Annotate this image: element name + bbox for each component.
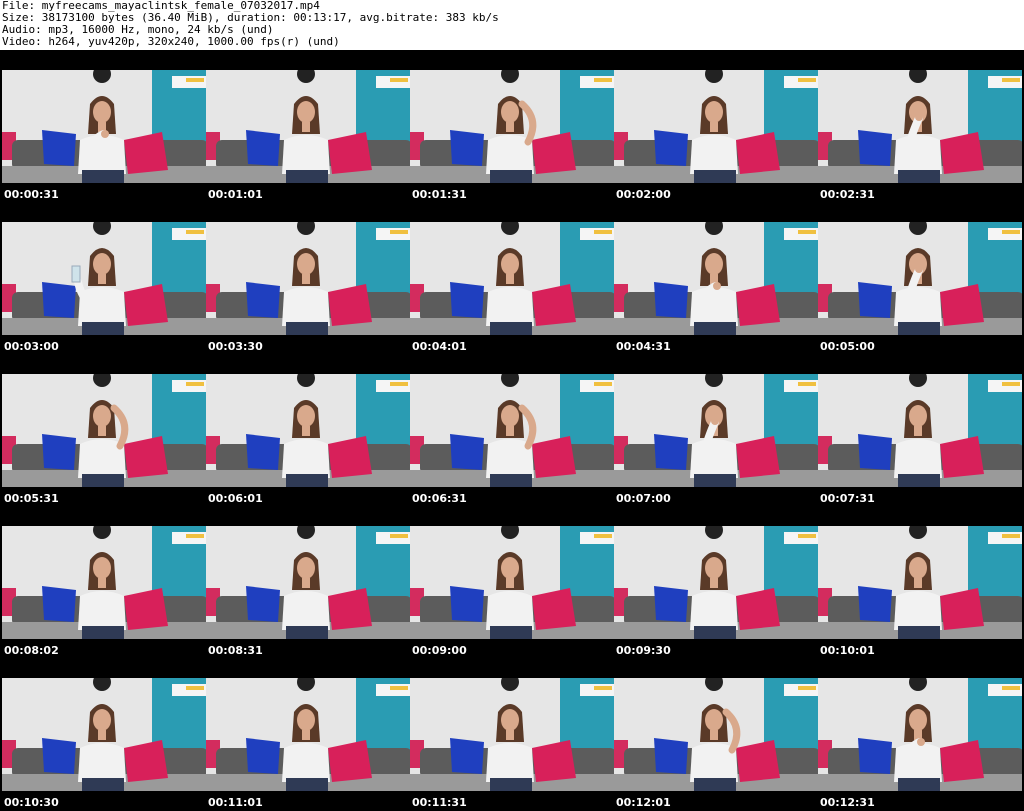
thumbnail-image (206, 70, 410, 183)
thumbnail-cell: 00:06:01 (206, 354, 410, 506)
thumbnail-timestamp: 00:08:02 (4, 644, 59, 657)
thumbnail-cell: 00:03:30 (206, 202, 410, 354)
file-info-header: File: myfreecams_mayaclintsk_female_0703… (0, 0, 1024, 50)
thumbnail-timestamp: 00:01:31 (412, 188, 467, 201)
thumbnail-image (2, 678, 206, 791)
thumbnail-image (614, 70, 818, 183)
thumbnail-cell: 00:00:31 (2, 50, 206, 202)
thumbnail-cell: 00:09:30 (614, 506, 818, 658)
thumbnail-image (818, 70, 1022, 183)
thumbnail-cell: 00:05:00 (818, 202, 1022, 354)
thumbnail-timestamp: 00:03:00 (4, 340, 59, 353)
thumbnail-cell: 00:02:31 (818, 50, 1022, 202)
thumbnail-image (2, 222, 206, 335)
thumbnail-image (818, 678, 1022, 791)
thumbnail-image (410, 526, 614, 639)
thumbnail-cell: 00:12:31 (818, 658, 1022, 810)
thumbnail-timestamp: 00:07:31 (820, 492, 875, 505)
thumbnail-timestamp: 00:11:01 (208, 796, 263, 809)
thumbnail-timestamp: 00:09:00 (412, 644, 467, 657)
thumbnail-cell: 00:07:00 (614, 354, 818, 506)
thumbnail-cell: 00:12:01 (614, 658, 818, 810)
thumbnail-image (818, 222, 1022, 335)
thumbnail-cell: 00:04:31 (614, 202, 818, 354)
thumbnail-timestamp: 00:08:31 (208, 644, 263, 657)
thumbnail-cell: 00:09:00 (410, 506, 614, 658)
thumbnail-timestamp: 00:01:01 (208, 188, 263, 201)
thumbnail-timestamp: 00:02:00 (616, 188, 671, 201)
thumbnail-timestamp: 00:11:31 (412, 796, 467, 809)
thumbnail-image (614, 222, 818, 335)
thumbnail-timestamp: 00:09:30 (616, 644, 671, 657)
thumbnail-cell: 00:08:02 (2, 506, 206, 658)
thumbnail-cell: 00:10:30 (2, 658, 206, 810)
thumbnail-image (410, 222, 614, 335)
thumbnail-cell: 00:08:31 (206, 506, 410, 658)
thumbnail-cell: 00:11:01 (206, 658, 410, 810)
thumbnail-image (410, 374, 614, 487)
thumbnail-cell: 00:04:01 (410, 202, 614, 354)
thumbnail-cell: 00:01:31 (410, 50, 614, 202)
thumbnail-image (818, 526, 1022, 639)
thumbnail-image (206, 374, 410, 487)
thumbnail-timestamp: 00:12:01 (616, 796, 671, 809)
thumbnail-cell: 00:01:01 (206, 50, 410, 202)
thumbnail-timestamp: 00:12:31 (820, 796, 875, 809)
thumbnail-cell: 00:02:00 (614, 50, 818, 202)
thumbnail-timestamp: 00:00:31 (4, 188, 59, 201)
thumbnail-cell: 00:05:31 (2, 354, 206, 506)
thumbnail-image (206, 222, 410, 335)
thumbnail-cell: 00:06:31 (410, 354, 614, 506)
thumbnail-image (206, 526, 410, 639)
thumbnail-image (410, 70, 614, 183)
thumbnail-timestamp: 00:05:00 (820, 340, 875, 353)
thumbnail-timestamp: 00:07:00 (616, 492, 671, 505)
thumbnail-image (614, 526, 818, 639)
thumbnail-image (2, 374, 206, 487)
thumbnail-timestamp: 00:04:31 (616, 340, 671, 353)
thumbnail-image (2, 70, 206, 183)
thumbnail-timestamp: 00:05:31 (4, 492, 59, 505)
thumbnail-timestamp: 00:06:01 (208, 492, 263, 505)
thumbnail-cell: 00:11:31 (410, 658, 614, 810)
thumbnail-cell: 00:07:31 (818, 354, 1022, 506)
thumbnail-timestamp: 00:02:31 (820, 188, 875, 201)
thumbnail-timestamp: 00:10:01 (820, 644, 875, 657)
thumbnail-cell: 00:03:00 (2, 202, 206, 354)
thumbnail-timestamp: 00:06:31 (412, 492, 467, 505)
thumbnail-timestamp: 00:04:01 (412, 340, 467, 353)
thumbnail-image (410, 678, 614, 791)
thumbnail-timestamp: 00:10:30 (4, 796, 59, 809)
thumbnail-image (818, 374, 1022, 487)
thumbnail-image (206, 678, 410, 791)
thumbnail-image (2, 526, 206, 639)
thumbnail-grid: 00:00:31 00:01:01 00:01:31 00:02:00 00:02:31… (0, 50, 1024, 811)
thumbnail-timestamp: 00:03:30 (208, 340, 263, 353)
thumbnail-image (614, 374, 818, 487)
video-info-line: Video: h264, yuv420p, 320x240, 1000.00 f… (2, 35, 340, 48)
thumbnail-cell: 00:10:01 (818, 506, 1022, 658)
thumbnail-image (614, 678, 818, 791)
